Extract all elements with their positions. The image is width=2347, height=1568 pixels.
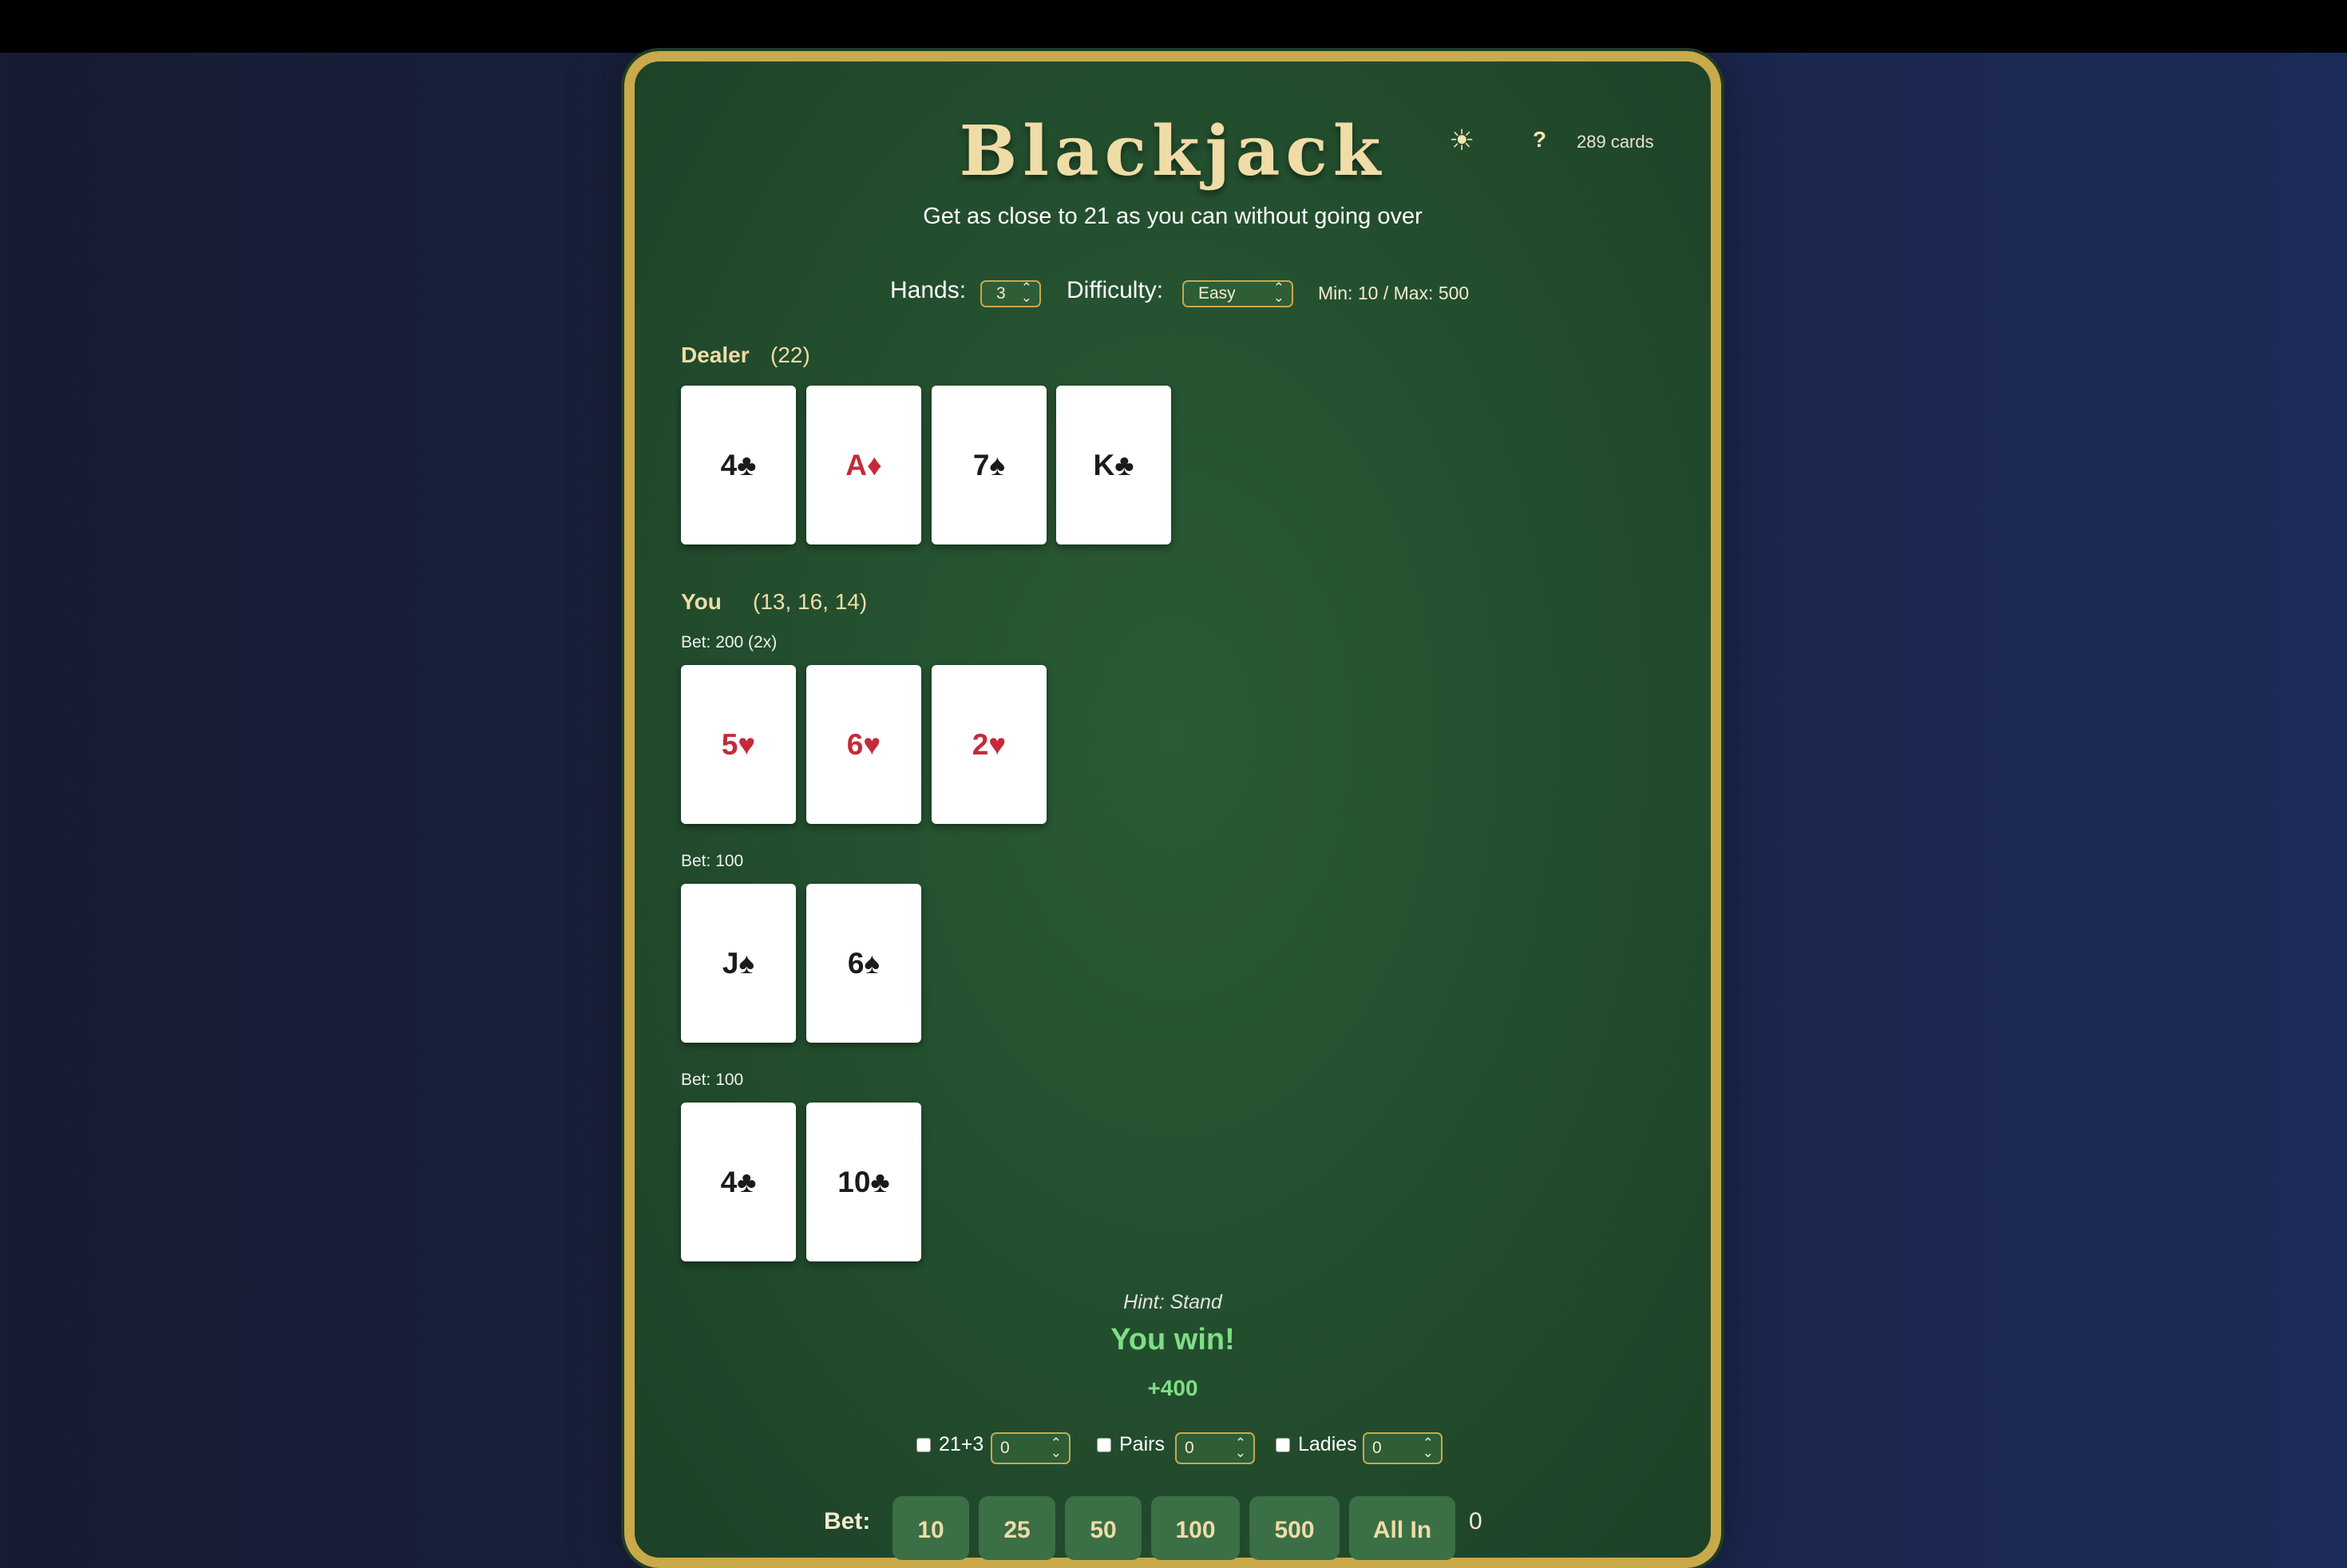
- chip-button-500[interactable]: 500: [1249, 1496, 1340, 1560]
- blackjack-table: Blackjack ☀ ? 289 cards Get as close to …: [624, 51, 1721, 1568]
- playing-card: 7♠: [932, 386, 1047, 544]
- side-bet-input-pairs[interactable]: 0 ⌃ ⌄: [1175, 1432, 1255, 1464]
- playing-card: 6♠: [806, 884, 921, 1043]
- stepper-icon: ⌃ ⌄: [1422, 1435, 1434, 1460]
- player-score: (13, 16, 14): [753, 589, 868, 614]
- side-bet-ladies: Ladies: [1276, 1433, 1357, 1456]
- hand-bet-label: Bet: 200 (2x): [681, 633, 778, 651]
- theme-toggle-icon[interactable]: ☀: [1449, 124, 1474, 157]
- stepper-icon: ⌃ ⌄: [1234, 1435, 1246, 1460]
- dealer-score: (22): [770, 343, 810, 367]
- player-label: You: [681, 589, 722, 614]
- side-bet-value: 0: [1185, 1439, 1194, 1457]
- side-bet-value: 0: [1372, 1439, 1382, 1457]
- chip-button-100[interactable]: 100: [1151, 1496, 1240, 1560]
- side-bet-input-ladies[interactable]: 0 ⌃ ⌄: [1363, 1432, 1443, 1464]
- chip-button-10[interactable]: 10: [892, 1496, 969, 1560]
- difficulty-select-value: Easy: [1198, 284, 1236, 303]
- chip-button-50[interactable]: 50: [1065, 1496, 1142, 1560]
- page-subtitle: Get as close to 21 as you can without go…: [923, 204, 1423, 229]
- hands-label: Hands:: [890, 277, 967, 303]
- all-in-button[interactable]: All In: [1349, 1496, 1455, 1560]
- difficulty-select[interactable]: Easy ⌃ ⌄: [1182, 280, 1293, 307]
- current-bet-amount: 0: [1469, 1508, 1482, 1534]
- difficulty-label: Difficulty:: [1067, 277, 1164, 303]
- playing-card: K♣: [1056, 386, 1171, 544]
- browser-top-bar: [0, 0, 2347, 53]
- side-bet-checkbox[interactable]: [1097, 1437, 1111, 1452]
- playing-card: J♠: [681, 884, 796, 1043]
- round-payout: +400: [1147, 1376, 1198, 1400]
- side-bet-label: 21+3: [939, 1433, 984, 1455]
- playing-card: 5♥: [681, 665, 796, 824]
- playing-card: 10♣: [806, 1103, 921, 1261]
- chevron-updown-icon: ⌃ ⌄: [1020, 280, 1032, 305]
- side-bet-21plus3: 21+3: [916, 1433, 984, 1456]
- strategy-hint: Hint: Stand: [1123, 1291, 1222, 1313]
- playing-card: 6♥: [806, 665, 921, 824]
- round-result: You win!: [1110, 1323, 1235, 1356]
- playing-card: 4♣: [681, 386, 796, 544]
- side-bet-value: 0: [1000, 1439, 1010, 1457]
- hands-select-value: 3: [996, 284, 1006, 303]
- side-bet-input-21plus3[interactable]: 0 ⌃ ⌄: [991, 1432, 1071, 1464]
- help-button[interactable]: ?: [1533, 127, 1546, 152]
- page-title: Blackjack: [959, 111, 1387, 192]
- hand-bet-label: Bet: 100: [681, 852, 744, 870]
- side-bet-checkbox[interactable]: [1276, 1437, 1290, 1452]
- side-bet-label: Pairs: [1119, 1433, 1165, 1455]
- bet-label: Bet:: [824, 1508, 871, 1534]
- playing-card: 4♣: [681, 1103, 796, 1261]
- hands-select[interactable]: 3 ⌃ ⌄: [980, 280, 1041, 307]
- cards-remaining: 289 cards: [1577, 132, 1654, 152]
- side-bet-pairs: Pairs: [1097, 1433, 1165, 1456]
- chevron-updown-icon: ⌃ ⌄: [1272, 280, 1284, 305]
- bet-limits: Min: 10 / Max: 500: [1318, 283, 1470, 303]
- playing-card: 2♥: [932, 665, 1047, 824]
- stepper-icon: ⌃ ⌄: [1050, 1435, 1062, 1460]
- playing-card: A♦: [806, 386, 921, 544]
- chip-button-25[interactable]: 25: [979, 1496, 1055, 1560]
- hand-bet-label: Bet: 100: [681, 1071, 744, 1089]
- side-bet-label: Ladies: [1298, 1433, 1357, 1455]
- side-bet-checkbox[interactable]: [916, 1437, 931, 1452]
- dealer-label: Dealer: [681, 343, 750, 367]
